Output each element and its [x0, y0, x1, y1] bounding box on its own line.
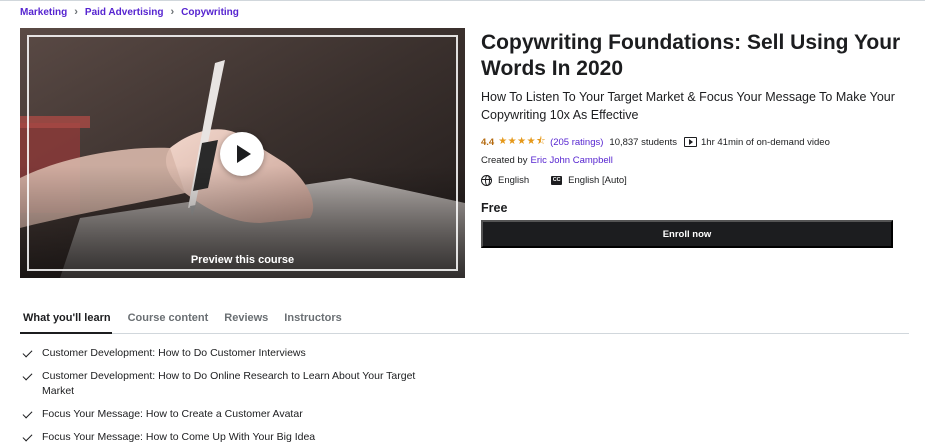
closed-captions-icon: CC — [551, 175, 563, 185]
list-item: Customer Development: How to Do Customer… — [20, 346, 440, 361]
course-price: Free — [481, 201, 508, 215]
check-icon — [22, 408, 33, 419]
course-language: English — [498, 174, 530, 186]
check-icon — [22, 370, 33, 381]
language-info: English CC English [Auto] — [481, 173, 627, 187]
top-divider — [0, 0, 925, 1]
list-item: Focus Your Message: How to Come Up With … — [20, 430, 440, 445]
chevron-right-icon: › — [170, 5, 175, 18]
globe-icon — [481, 174, 492, 186]
play-button[interactable] — [220, 132, 264, 176]
tab-instructors[interactable]: Instructors — [284, 305, 341, 334]
breadcrumb-marketing[interactable]: Marketing — [20, 7, 67, 18]
tab-what-youll-learn[interactable]: What you'll learn — [20, 305, 112, 334]
created-by-label: Created by — [481, 155, 528, 166]
course-stats: 4.4 ★★★★⯪ (205 ratings) 10,837 students … — [481, 135, 830, 149]
preview-label[interactable]: Preview this course — [20, 254, 465, 266]
course-subtitle: How To Listen To Your Target Market & Fo… — [481, 90, 895, 122]
breadcrumb: Marketing › Paid Advertising › Copywriti… — [20, 5, 239, 19]
video-icon — [684, 137, 698, 147]
tab-reviews[interactable]: Reviews — [224, 305, 268, 334]
captions-language: English [Auto] — [568, 174, 627, 186]
course-tabs: What you'll learn Course content Reviews… — [20, 305, 909, 334]
learning-objective-text: Focus Your Message: How to Create a Cust… — [42, 408, 303, 420]
play-icon — [237, 145, 251, 163]
list-item: Focus Your Message: How to Create a Cust… — [20, 407, 440, 422]
rating-value: 4.4 — [481, 136, 495, 148]
video-duration: 1hr 41min of on-demand video — [701, 136, 830, 148]
learning-objective-text: Customer Development: How to Do Online R… — [42, 370, 416, 397]
learning-objectives-list: Customer Development: How to Do Customer… — [20, 346, 440, 447]
tab-course-content[interactable]: Course content — [128, 305, 209, 334]
enroll-now-button[interactable]: Enroll now — [481, 220, 893, 248]
author-link[interactable]: Eric John Campbell — [530, 155, 612, 166]
list-item: Customer Development: How to Do Online R… — [20, 369, 440, 399]
chevron-right-icon: › — [74, 5, 78, 18]
ratings-count-link[interactable]: (205 ratings) — [550, 137, 603, 148]
star-rating-icon: ★★★★⯪ — [498, 135, 547, 147]
learning-objective-text: Focus Your Message: How to Come Up With … — [42, 431, 316, 443]
check-icon — [22, 347, 33, 358]
breadcrumb-paid-advertising[interactable]: Paid Advertising — [85, 7, 164, 18]
created-by: Created by Eric John Campbell — [481, 154, 613, 167]
course-title: Copywriting Foundations: Sell Using Your… — [481, 31, 901, 80]
breadcrumb-copywriting[interactable]: Copywriting — [181, 7, 239, 18]
check-icon — [22, 431, 33, 442]
learning-objective-text: Customer Development: How to Do Customer… — [42, 347, 306, 359]
students-count: 10,837 students — [609, 136, 678, 148]
course-preview-video[interactable]: Preview this course — [20, 28, 465, 278]
